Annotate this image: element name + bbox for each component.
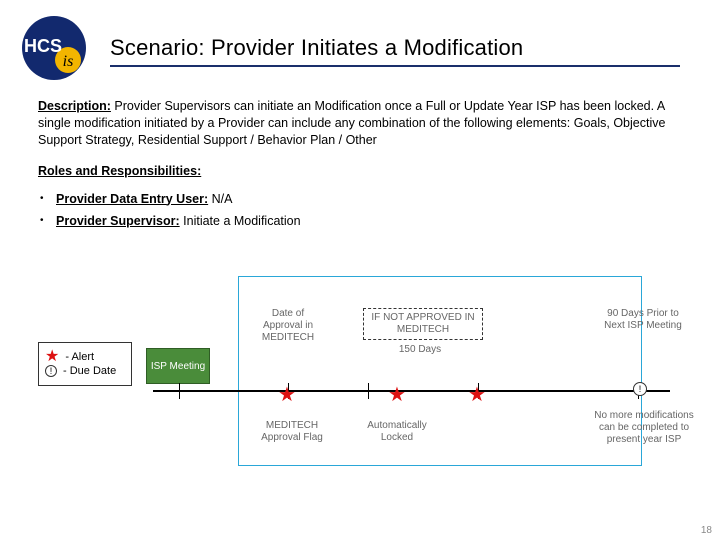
label-not-approved-text: IF NOT APPROVED IN MEDITECH	[363, 308, 483, 340]
label-90-days: 90 Days Prior to Next ISP Meeting	[598, 308, 688, 332]
label-no-more-mods: No more modifications can be completed t…	[592, 410, 696, 446]
description-text: Provider Supervisors can initiate an Mod…	[38, 99, 665, 147]
star-icon: ★	[45, 351, 59, 363]
page-number: 18	[701, 525, 712, 536]
role-item: • Provider Supervisor: Initiate a Modifi…	[38, 210, 682, 233]
slide-header: HCS is Scenario: Provider Initiates a Mo…	[0, 0, 720, 84]
label-auto-locked: Automatically Locked	[358, 420, 436, 444]
label-150-days: 150 Days	[390, 344, 450, 356]
roles-heading: Roles and Responsibilities:	[38, 163, 682, 180]
role-detail: Initiate a Modification	[183, 214, 300, 228]
duedate-icon: !	[633, 382, 647, 396]
isp-meeting-box: ISP Meeting	[146, 348, 210, 384]
svg-text:HCS: HCS	[24, 36, 62, 56]
legend-duedate-label: - Due Date	[63, 365, 116, 377]
star-icon: ★	[468, 382, 486, 407]
role-name: Provider Data Entry User:	[56, 192, 208, 206]
legend-duedate: ! - Due Date	[45, 365, 125, 377]
slide-title: Scenario: Provider Initiates a Modificat…	[110, 35, 680, 67]
legend: ★ - Alert ! - Due Date	[38, 342, 132, 386]
duedate-icon: !	[45, 365, 57, 377]
role-name: Provider Supervisor:	[56, 214, 180, 228]
label-date-approval: Date of Approval in MEDITECH	[253, 308, 323, 344]
bullet-icon: •	[40, 213, 56, 230]
star-icon: ★	[278, 382, 296, 407]
description-label: Description:	[38, 99, 111, 113]
timeline-line	[153, 390, 670, 392]
label-not-approved: IF NOT APPROVED IN MEDITECH	[363, 308, 483, 340]
bullet-icon: •	[40, 191, 56, 208]
svg-text:is: is	[63, 53, 74, 70]
legend-alert-label: - Alert	[65, 351, 94, 363]
legend-alert: ★ - Alert	[45, 351, 125, 363]
role-item: • Provider Data Entry User: N/A	[38, 188, 682, 211]
hcsis-logo: HCS is	[20, 12, 92, 84]
timeline-diagram: ★ - Alert ! - Due Date ISP Meeting Date …	[38, 280, 700, 480]
label-approval-flag: MEDITECH Approval Flag	[256, 420, 328, 444]
role-detail: N/A	[212, 192, 233, 206]
slide-body: Description: Provider Supervisors can in…	[0, 84, 720, 233]
description: Description: Provider Supervisors can in…	[38, 98, 682, 149]
star-icon: ★	[388, 382, 406, 407]
